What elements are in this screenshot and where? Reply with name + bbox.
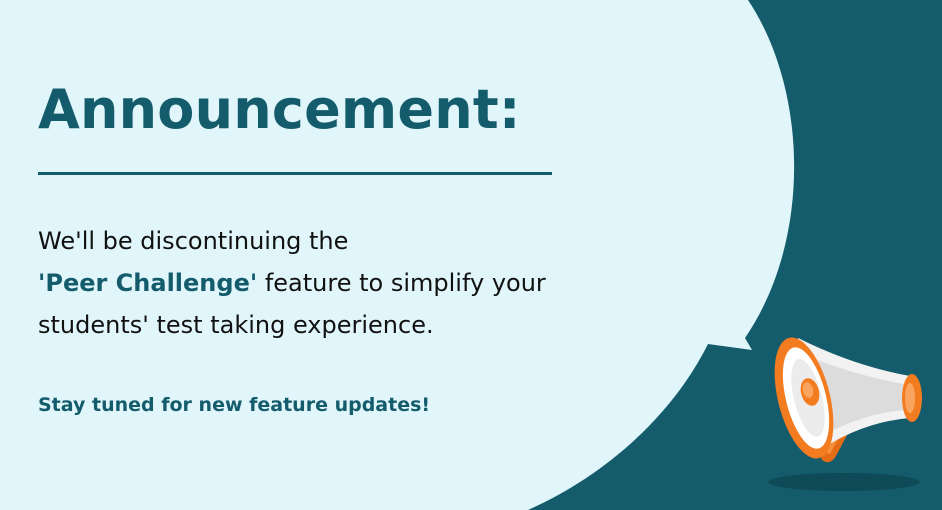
message-line-2: feature to simplify your [257,269,546,297]
announcement-banner: Announcement: We'll be discontinuing the… [0,0,942,510]
announcement-message: We'll be discontinuing the 'Peer Challen… [38,220,546,346]
title-divider [38,172,552,175]
tagline: Stay tuned for new feature updates! [38,394,431,416]
megaphone-icon [768,337,922,491]
message-line-3: students' test taking experience. [38,311,434,339]
feature-name: 'Peer Challenge' [38,269,258,297]
message-line-1: We'll be discontinuing the [38,227,349,255]
announcement-title: Announcement: [38,78,521,141]
